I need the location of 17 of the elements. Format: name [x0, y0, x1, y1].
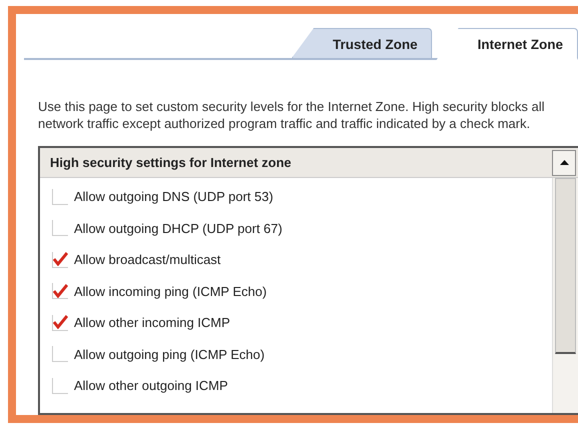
setting-label: Allow broadcast/multicast	[74, 252, 221, 268]
setting-label: Allow outgoing DHCP (UDP port 67)	[74, 220, 282, 236]
checkbox[interactable]	[52, 252, 68, 268]
zone-tab[interactable]: Internet Zone	[436, 28, 578, 60]
setting-label: Allow outgoing ping (ICMP Echo)	[74, 346, 265, 362]
setting-label: Allow other outgoing ICMP	[74, 378, 228, 394]
checkbox[interactable]	[52, 314, 68, 331]
scroll-up-button[interactable]	[552, 150, 576, 176]
list-header-title: High security settings for Internet zone	[49, 155, 292, 170]
scrollbar[interactable]	[552, 178, 578, 413]
setting-label: Allow outgoing DNS (UDP port 53)	[74, 189, 274, 204]
setting-label: Allow incoming ping (ICMP Echo)	[74, 284, 267, 299]
setting-label: Allow other incoming ICMP	[74, 315, 230, 330]
caret-up-icon	[560, 160, 568, 165]
zone-tab[interactable]: Trusted Zone	[292, 28, 432, 58]
checkbox[interactable]	[52, 283, 68, 300]
description-text: Use this page to set custom security levels for the Internet Zone. High security blocks all network traffic except authorized program traffic and traffic indicated by a check mark.	[38, 98, 546, 132]
